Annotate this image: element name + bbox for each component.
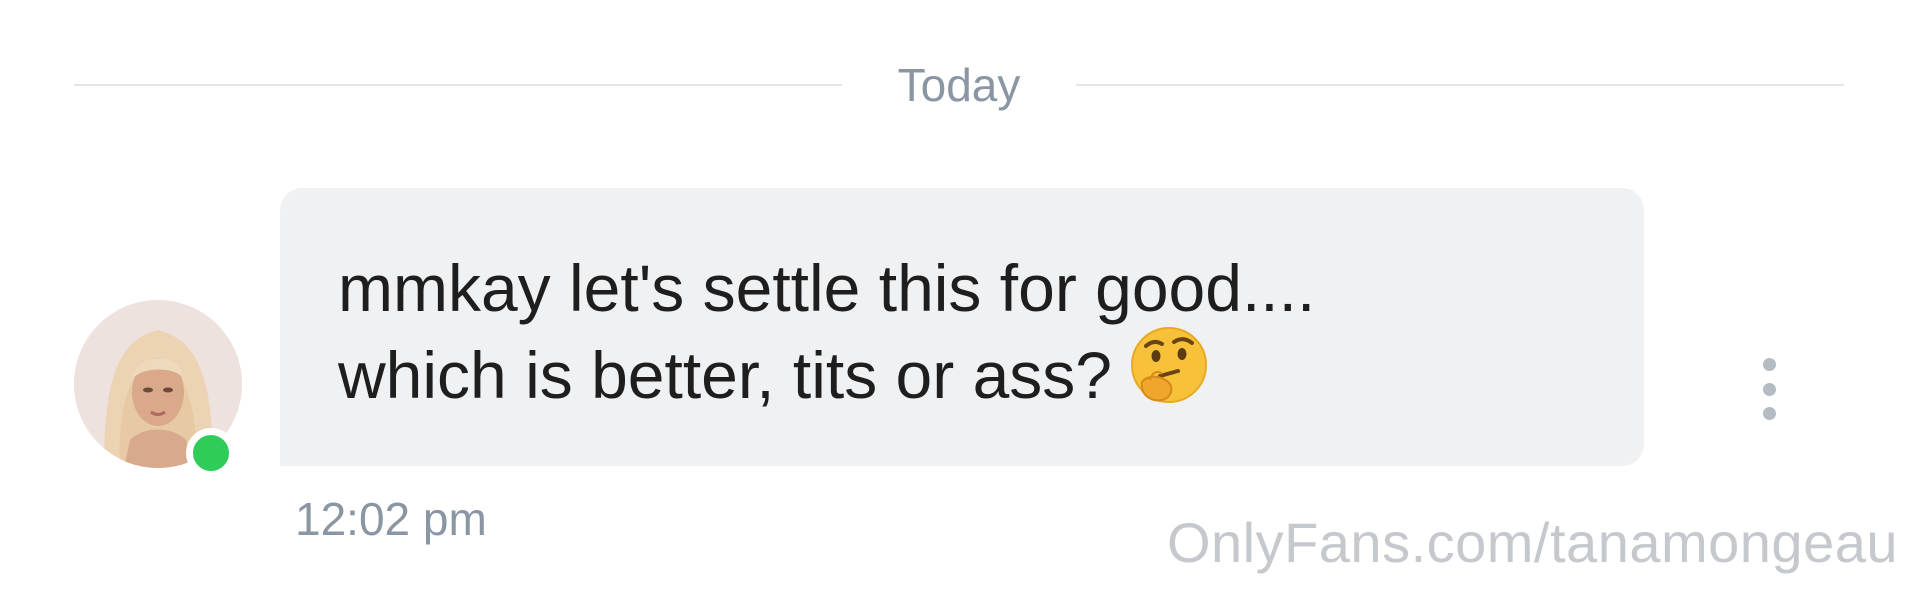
divider-line-left bbox=[74, 84, 842, 86]
watermark-text: OnlyFans.com/tanamongeau bbox=[1166, 511, 1898, 574]
message-text: mmkay let's settle this for good.... whi… bbox=[338, 246, 1584, 431]
more-dot bbox=[1762, 407, 1776, 420]
message-timestamp: 12:02 pm bbox=[295, 493, 487, 545]
message-text-line-1: mmkay let's settle this for good.... bbox=[338, 251, 1316, 325]
more-dot bbox=[1762, 382, 1776, 396]
date-divider: Today bbox=[74, 50, 1844, 120]
date-divider-label: Today bbox=[897, 59, 1021, 111]
message-bubble[interactable]: mmkay let's settle this for good.... whi… bbox=[280, 188, 1644, 466]
chat-view: Today mmkay let's settle this for good..… bbox=[0, 0, 1920, 591]
online-status-indicator bbox=[186, 428, 236, 478]
thinking-face-icon bbox=[1128, 324, 1210, 425]
divider-line-right bbox=[1076, 84, 1844, 86]
more-dot bbox=[1762, 358, 1776, 371]
message-row: mmkay let's settle this for good.... whi… bbox=[74, 188, 1776, 478]
sender-avatar[interactable] bbox=[74, 300, 242, 478]
more-options-icon[interactable] bbox=[1754, 358, 1784, 420]
message-text-line-2: which is better, tits or ass? bbox=[338, 337, 1112, 412]
